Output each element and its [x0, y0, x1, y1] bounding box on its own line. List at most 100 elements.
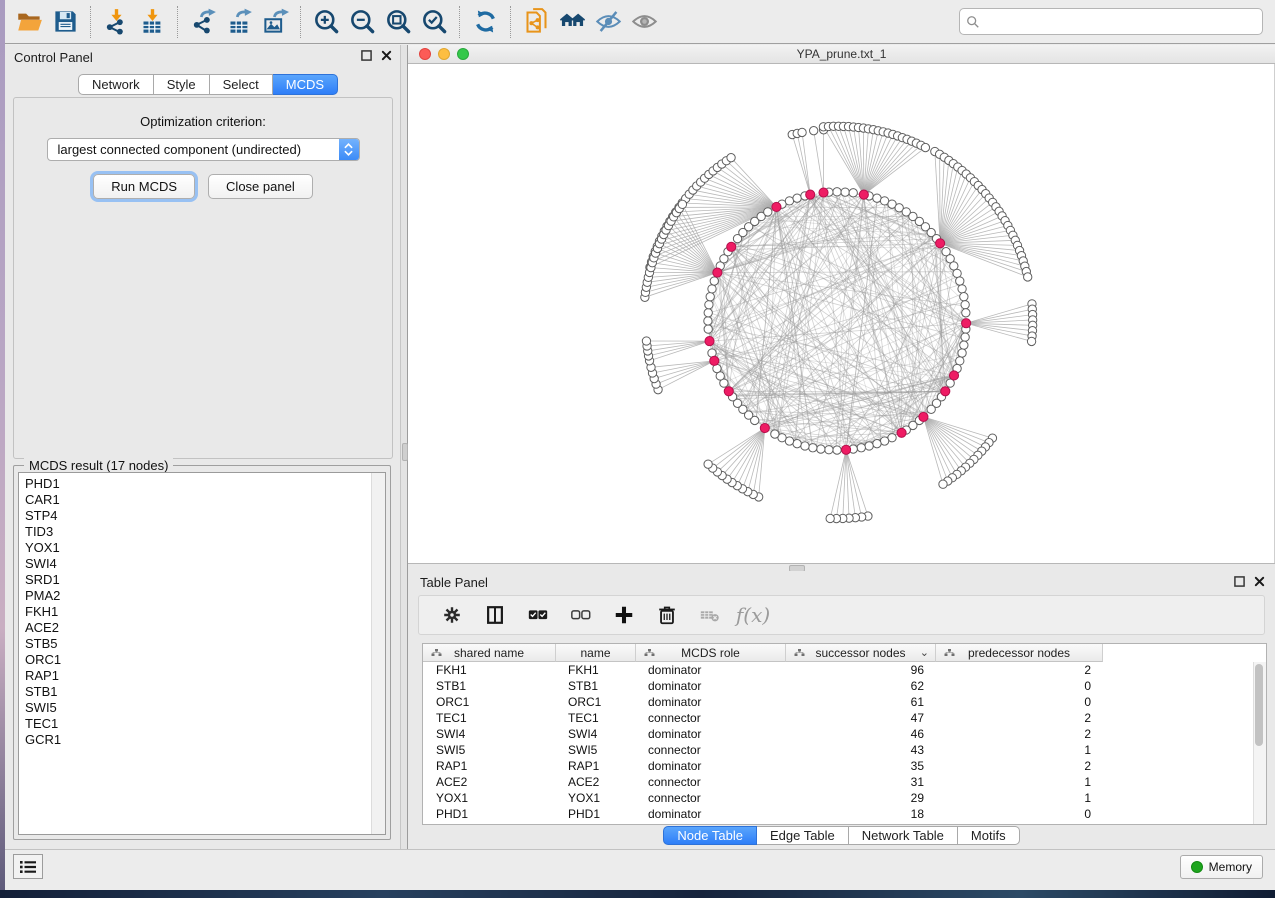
- cell-predecessor-nodes: 1: [936, 791, 1103, 805]
- network-graph: [408, 64, 1274, 563]
- deselect-all-icon: [570, 604, 592, 626]
- cell-mcds-role: dominator: [636, 807, 786, 821]
- table-row[interactable]: ORC1 ORC1 dominator 61 0: [423, 694, 1254, 710]
- network-overview-button[interactable]: [554, 4, 590, 40]
- table-options-button[interactable]: [439, 602, 465, 628]
- cell-shared-name: FKH1: [423, 663, 556, 677]
- zoom-fit-button[interactable]: [380, 4, 416, 40]
- horizontal-splitter[interactable]: [408, 563, 1275, 571]
- column-header-predecessor-nodes[interactable]: predecessor nodes: [936, 644, 1103, 662]
- mcds-result-node[interactable]: STB5: [25, 636, 367, 652]
- close-panel-icon[interactable]: [1254, 576, 1265, 587]
- table-row[interactable]: ACE2 ACE2 connector 31 1: [423, 774, 1254, 790]
- zoom-in-button[interactable]: [308, 4, 344, 40]
- table-row[interactable]: RAP1 RAP1 dominator 35 2: [423, 758, 1254, 774]
- import-network-button[interactable]: [98, 4, 134, 40]
- column-header-shared-name[interactable]: shared name: [423, 644, 556, 662]
- export-image-button[interactable]: [257, 4, 293, 40]
- mcds-result-node[interactable]: CAR1: [25, 492, 367, 508]
- export-network-button[interactable]: [185, 4, 221, 40]
- mcds-result-node[interactable]: RAP1: [25, 668, 367, 684]
- mcds-result-node[interactable]: PMA2: [25, 588, 367, 604]
- tab-network-table[interactable]: Network Table: [849, 826, 958, 845]
- table-scrollbar[interactable]: [1253, 662, 1266, 824]
- mcds-result-node[interactable]: TEC1: [25, 716, 367, 732]
- table-row[interactable]: YOX1 YOX1 connector 29 1: [423, 790, 1254, 806]
- tab-motifs[interactable]: Motifs: [958, 826, 1020, 845]
- sort-descending-icon[interactable]: ⌄: [920, 646, 929, 659]
- add-column-button[interactable]: [611, 602, 637, 628]
- duplicate-network-button[interactable]: [518, 4, 554, 40]
- tab-edge-table[interactable]: Edge Table: [757, 826, 849, 845]
- zoom-selected-button[interactable]: [416, 4, 452, 40]
- network-window-titlebar[interactable]: YPA_prune.txt_1: [408, 45, 1275, 64]
- apply-layout-button[interactable]: [467, 4, 503, 40]
- delete-column-button[interactable]: [654, 602, 680, 628]
- table-row[interactable]: SWI4 SWI4 dominator 46 2: [423, 726, 1254, 742]
- network-view-canvas[interactable]: [408, 64, 1275, 563]
- table-panel: Table Panel: [408, 571, 1275, 850]
- tab-select[interactable]: Select: [210, 74, 273, 95]
- toolbar-separator: [300, 6, 301, 38]
- float-panel-icon[interactable]: [1234, 576, 1245, 587]
- cell-successor-nodes: 47: [786, 711, 936, 725]
- show-panels-menu-button[interactable]: [13, 854, 43, 879]
- run-mcds-button[interactable]: Run MCDS: [93, 174, 195, 199]
- mcds-result-node[interactable]: SWI4: [25, 556, 367, 572]
- search-input[interactable]: [985, 13, 1256, 30]
- mcds-result-list[interactable]: PHD1CAR1STP4TID3YOX1SWI4SRD1PMA2FKH1ACE2…: [18, 472, 386, 835]
- mcds-result-node[interactable]: STP4: [25, 508, 367, 524]
- import-table-button[interactable]: [134, 4, 170, 40]
- zoom-out-button[interactable]: [344, 4, 380, 40]
- cytoscape-window: Control Panel Network Style Select MCDS …: [5, 0, 1275, 890]
- mcds-result-node[interactable]: STB1: [25, 684, 367, 700]
- dropdown-stepper: [339, 139, 359, 160]
- close-panel-button[interactable]: Close panel: [208, 174, 313, 199]
- tab-node-table[interactable]: Node Table: [663, 826, 757, 845]
- mcds-list-scrollbar[interactable]: [371, 473, 385, 834]
- column-header-mcds-role[interactable]: MCDS role: [636, 644, 786, 662]
- tab-mcds[interactable]: MCDS: [273, 74, 338, 95]
- show-graphics-details-button[interactable]: [626, 4, 662, 40]
- vertical-splitter[interactable]: [400, 45, 408, 850]
- memory-button[interactable]: Memory: [1180, 855, 1263, 879]
- column-label: name: [580, 646, 610, 660]
- mcds-result-node[interactable]: ORC1: [25, 652, 367, 668]
- toolbar-separator: [177, 6, 178, 38]
- mcds-result-node[interactable]: TID3: [25, 524, 367, 540]
- table-row[interactable]: TEC1 TEC1 connector 47 2: [423, 710, 1254, 726]
- mcds-result-node[interactable]: ACE2: [25, 620, 367, 636]
- table-row[interactable]: FKH1 FKH1 dominator 96 2: [423, 662, 1254, 678]
- table-row[interactable]: STB1 STB1 dominator 62 0: [423, 678, 1254, 694]
- mcds-result-node[interactable]: GCR1: [25, 732, 367, 748]
- criterion-dropdown[interactable]: largest connected component (undirected): [47, 138, 360, 161]
- table-row[interactable]: PHD1 PHD1 dominator 18 0: [423, 806, 1254, 822]
- mcds-result-node[interactable]: SRD1: [25, 572, 367, 588]
- cell-name: PHD1: [556, 807, 636, 821]
- column-header-name[interactable]: name: [556, 644, 636, 662]
- save-session-button[interactable]: [47, 4, 83, 40]
- mcds-result-node[interactable]: FKH1: [25, 604, 367, 620]
- tab-style[interactable]: Style: [154, 74, 210, 95]
- mcds-result-node[interactable]: SWI5: [25, 700, 367, 716]
- mcds-result-node[interactable]: YOX1: [25, 540, 367, 556]
- cell-shared-name: RAP1: [423, 759, 556, 773]
- cell-shared-name: STB1: [423, 679, 556, 693]
- cell-predecessor-nodes: 2: [936, 663, 1103, 677]
- export-table-button[interactable]: [221, 4, 257, 40]
- show-columns-button[interactable]: [482, 602, 508, 628]
- select-all-rows-button[interactable]: [525, 602, 551, 628]
- float-panel-icon[interactable]: [361, 50, 372, 61]
- tab-network[interactable]: Network: [78, 74, 154, 95]
- cell-shared-name: TEC1: [423, 711, 556, 725]
- table-scrollbar-thumb[interactable]: [1255, 664, 1263, 746]
- table-row[interactable]: SWI5 SWI5 connector 43 1: [423, 742, 1254, 758]
- close-panel-icon[interactable]: [381, 50, 392, 61]
- column-header-successor-nodes[interactable]: successor nodes ⌄: [786, 644, 936, 662]
- main-toolbar: [5, 0, 1275, 44]
- mcds-result-node[interactable]: PHD1: [25, 476, 367, 492]
- deselect-all-rows-button[interactable]: [568, 602, 594, 628]
- column-label: predecessor nodes: [968, 646, 1070, 660]
- hide-graphics-details-button[interactable]: [590, 4, 626, 40]
- open-file-button[interactable]: [11, 4, 47, 40]
